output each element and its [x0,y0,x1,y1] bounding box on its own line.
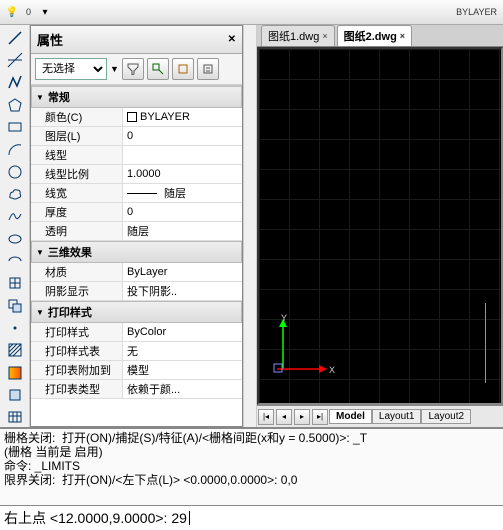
ucs-origin-icon [273,363,283,373]
ucs-y-axis-icon [277,319,289,369]
revision-cloud-icon[interactable] [4,184,26,203]
model-tab[interactable]: Model [329,409,372,424]
layer-icon[interactable]: 💡 [4,4,20,20]
section-plot[interactable]: ▼打印样式 [31,301,242,323]
bylayer-display: BYLAYER [454,7,499,17]
spline-tool-icon[interactable] [4,207,26,226]
prop-layer-value[interactable]: 0 [123,127,242,145]
polygon-tool-icon[interactable] [4,95,26,114]
panel-options-icon[interactable] [197,58,219,80]
gradient-tool-icon[interactable] [4,363,26,382]
prop-plotstyle-label: 打印样式 [31,323,123,341]
drawn-line-entity[interactable] [485,303,486,383]
point-tool-icon[interactable] [4,318,26,337]
dropdown-icon[interactable]: ▾ [37,4,53,20]
tab-nav-next-icon[interactable]: ▸ [294,409,310,425]
table-tool-icon[interactable] [4,408,26,427]
arc-tool-icon[interactable] [4,140,26,159]
panel-title: 属性 [37,30,63,49]
prop-plotattach-value[interactable]: 模型 [123,361,242,379]
cmd-line: (栅格 当前是 启用) [4,445,499,459]
prop-plottype-value[interactable]: 依赖于颜... [123,380,242,398]
prop-transparency-label: 透明 [31,222,123,240]
draw-toolbar [0,25,30,427]
quick-select-icon[interactable] [122,58,144,80]
layout-tabs-bar: |◂ ◂ ▸ ▸| Model Layout1 Layout2 [257,405,503,427]
doc-tab-2[interactable]: 图纸2.dwg× [337,25,412,46]
section-general[interactable]: ▼常规 [31,86,242,108]
lineweight-preview-icon [127,193,157,194]
prop-linetype-value[interactable] [123,146,242,164]
prop-plottable-label: 打印样式表 [31,342,123,360]
color-swatch-icon [127,112,137,122]
drawing-viewport[interactable]: Y X [257,47,503,405]
prop-plottable-value[interactable]: 无 [123,342,242,360]
make-block-icon[interactable] [4,296,26,315]
tab-nav-prev-icon[interactable]: ◂ [276,409,292,425]
tab-nav-first-icon[interactable]: |◂ [258,409,274,425]
x-axis-label: X [329,365,335,375]
prop-color-value[interactable]: BYLAYER [123,108,242,126]
section-3d[interactable]: ▼三维效果 [31,241,242,263]
command-history[interactable]: 栅格关闭: 打开(ON)/捕捉(S)/特征(A)/<栅格间距(x和y = 0.5… [0,427,503,505]
selector-dropdown-icon[interactable]: ▼ [110,64,119,74]
tab-nav-last-icon[interactable]: ▸| [312,409,328,425]
hatch-tool-icon[interactable] [4,341,26,360]
insert-block-icon[interactable] [4,274,26,293]
cmd-line: 栅格关闭: 打开(ON)/捕捉(S)/特征(A)/<栅格间距(x和y = 0.5… [4,431,499,445]
text-cursor [189,511,190,525]
layout2-tab[interactable]: Layout2 [421,409,471,424]
layer-combo[interactable]: 0 [24,7,33,17]
prop-plottype-label: 打印表类型 [31,380,123,398]
prop-ltscale-value[interactable]: 1.0000 [123,165,242,183]
prop-thickness-value[interactable]: 0 [123,203,242,221]
ucs-x-axis-icon [277,363,327,375]
prop-layer-label: 图层(L) [31,127,123,145]
line-tool-icon[interactable] [4,28,26,47]
ellipse-tool-icon[interactable] [4,229,26,248]
prop-thickness-label: 厚度 [31,203,123,221]
prop-color-label: 颜色(C) [31,108,123,126]
prop-transparency-value[interactable]: 随层 [123,222,242,240]
polyline-tool-icon[interactable] [4,73,26,92]
properties-panel: 属性 ✕ 无选择 ▼ ▼常规 颜色(C)BYLAYER 图层(L)0 线型 线型… [30,25,243,427]
grid-overlay [259,49,501,403]
ellipse-arc-icon[interactable] [4,251,26,270]
cmd-line: 限界关闭: 打开(ON)/<左下点(L)> <0.0000,0.0000>: 0… [4,473,499,487]
selection-filter[interactable]: 无选择 [35,58,107,80]
prop-material-label: 材质 [31,263,123,281]
region-tool-icon[interactable] [4,385,26,404]
construction-line-icon[interactable] [4,50,26,69]
collapse-icon: ▼ [36,248,44,257]
circle-tool-icon[interactable] [4,162,26,181]
rectangle-tool-icon[interactable] [4,117,26,136]
prop-shadow-label: 阴影显示 [31,282,123,300]
close-tab-icon[interactable]: × [400,31,405,41]
prop-plotattach-label: 打印表附加到 [31,361,123,379]
cmd-line: 命令: _LIMITS [4,459,499,473]
properties-list[interactable]: ▼常规 颜色(C)BYLAYER 图层(L)0 线型 线型比例1.0000 线宽… [31,85,242,426]
y-axis-label: Y [281,313,287,323]
prop-lweight-value[interactable]: 随层 [123,184,242,202]
toggle-pickadd-icon[interactable] [172,58,194,80]
close-tab-icon[interactable]: × [322,31,327,41]
panel-close-icon[interactable]: ✕ [228,34,236,45]
layout1-tab[interactable]: Layout1 [372,409,422,424]
panel-divider[interactable] [243,25,257,427]
select-objects-icon[interactable] [147,58,169,80]
prop-plotstyle-value[interactable]: ByColor [123,323,242,341]
prop-lweight-label: 线宽 [31,184,123,202]
doc-tab-1[interactable]: 图纸1.dwg× [261,25,335,46]
command-input[interactable]: 右上点 <12.0000,9.0000>: 29 [0,505,503,530]
prop-linetype-label: 线型 [31,146,123,164]
document-tabs: 图纸1.dwg× 图纸2.dwg× [257,25,503,47]
collapse-icon: ▼ [36,308,44,317]
prop-material-value[interactable]: ByLayer [123,263,242,281]
prop-shadow-value[interactable]: 投下阴影.. [123,282,242,300]
prop-ltscale-label: 线型比例 [31,165,123,183]
collapse-icon: ▼ [36,93,44,102]
